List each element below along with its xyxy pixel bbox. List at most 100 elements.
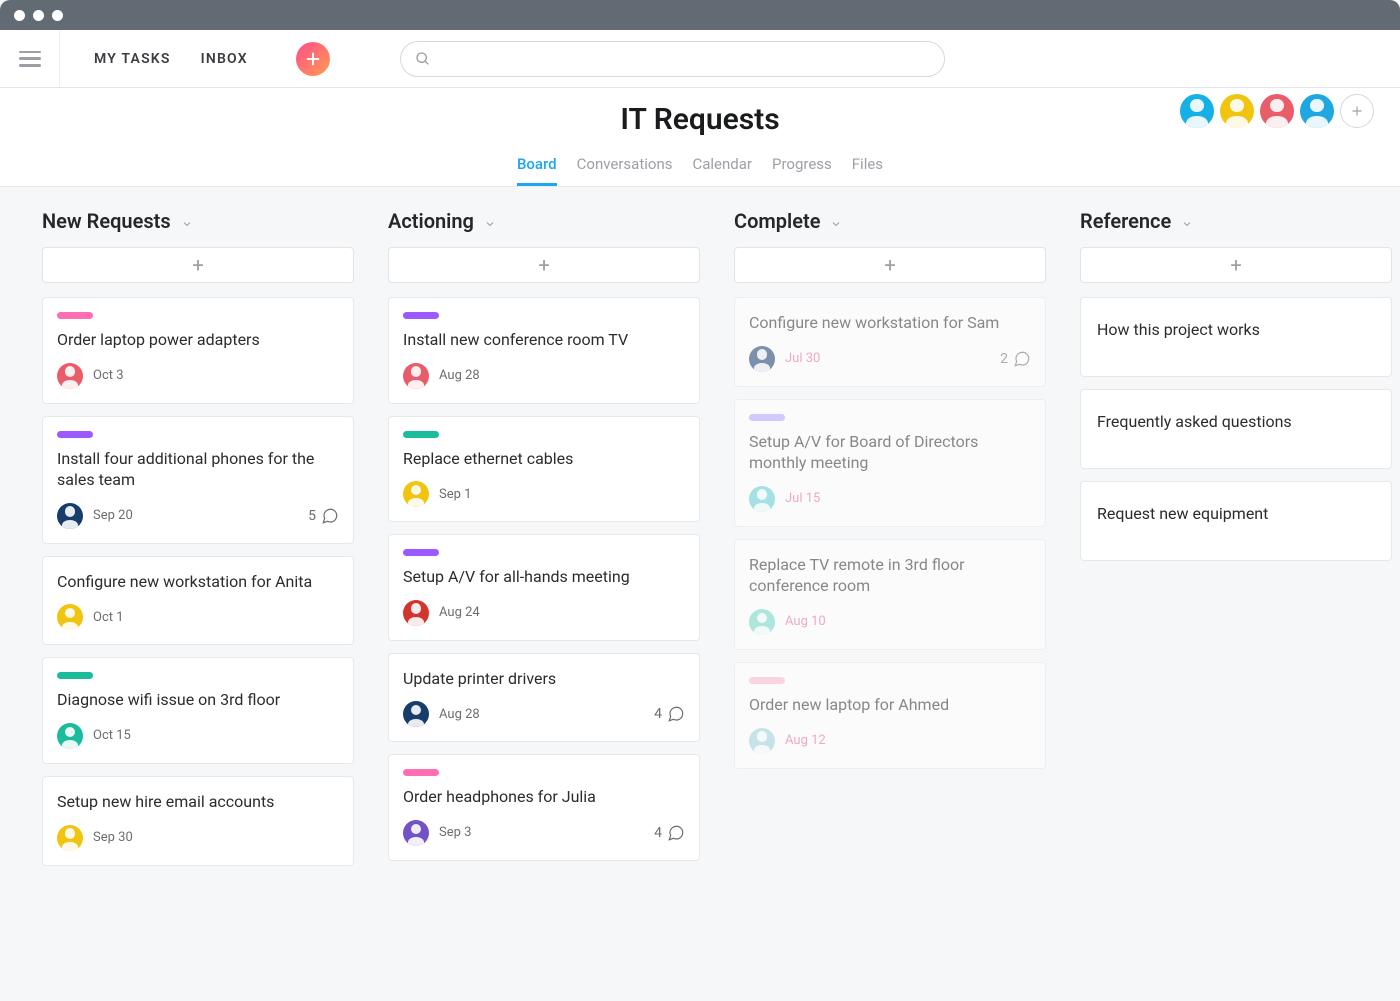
card-footer: Sep 1 — [403, 481, 685, 507]
card-footer-left: Sep 1 — [403, 481, 471, 507]
avatar[interactable] — [749, 728, 775, 754]
project-tabs: Board Conversations Calendar Progress Files — [0, 155, 1400, 186]
avatar[interactable] — [57, 503, 83, 529]
task-card[interactable]: Order headphones for Julia Sep 3 4 — [388, 754, 700, 861]
card-footer-left: Aug 28 — [403, 363, 480, 389]
add-card-button[interactable]: + — [734, 247, 1046, 283]
tab-conversations[interactable]: Conversations — [577, 155, 673, 186]
task-card[interactable]: Order laptop power adapters Oct 3 — [42, 297, 354, 404]
task-card[interactable]: Install four additional phones for the s… — [42, 416, 354, 544]
add-card-button[interactable]: + — [388, 247, 700, 283]
avatar[interactable] — [403, 820, 429, 846]
task-card[interactable]: Diagnose wifi issue on 3rd floor Oct 15 — [42, 657, 354, 764]
window-control-close[interactable] — [14, 10, 25, 21]
column-title: Reference — [1080, 209, 1171, 233]
card-tag — [57, 672, 93, 679]
add-member-button[interactable] — [1340, 94, 1374, 128]
card-tag — [57, 312, 93, 319]
comment-count[interactable]: 5 — [308, 507, 339, 525]
avatar[interactable] — [1300, 94, 1334, 128]
due-date: Aug 28 — [439, 707, 480, 722]
card-footer-left: Jul 30 — [749, 346, 820, 372]
card-tag — [403, 431, 439, 438]
task-card[interactable]: Frequently asked questions — [1080, 389, 1392, 469]
task-card[interactable]: Replace ethernet cables Sep 1 — [388, 416, 700, 523]
add-card-button[interactable]: + — [42, 247, 354, 283]
add-card-button[interactable]: + — [1080, 247, 1392, 283]
card-footer-left: Aug 24 — [403, 600, 480, 626]
nav-inbox[interactable]: INBOX — [201, 51, 248, 67]
card-title: Setup A/V for all-hands meeting — [403, 566, 685, 588]
search-input[interactable] — [439, 51, 930, 67]
task-card[interactable]: Configure new workstation for Anita Oct … — [42, 556, 354, 646]
tab-calendar[interactable]: Calendar — [692, 155, 752, 186]
comment-count[interactable]: 4 — [654, 705, 685, 723]
card-footer: Sep 20 5 — [57, 503, 339, 529]
menu-icon[interactable] — [19, 51, 41, 67]
avatar[interactable] — [749, 609, 775, 635]
card-footer: Oct 1 — [57, 604, 339, 630]
comment-count[interactable]: 2 — [1000, 350, 1031, 368]
card-footer-left: Oct 15 — [57, 723, 131, 749]
task-card[interactable]: Configure new workstation for Sam Jul 30… — [734, 297, 1046, 387]
avatar[interactable] — [57, 825, 83, 851]
avatar[interactable] — [749, 346, 775, 372]
avatar[interactable] — [403, 363, 429, 389]
nav-links: MY TASKS INBOX — [60, 42, 330, 76]
card-title: How this project works — [1097, 320, 1260, 339]
tab-board[interactable]: Board — [517, 155, 557, 186]
avatar[interactable] — [403, 481, 429, 507]
card-footer: Aug 28 — [403, 363, 685, 389]
card-title: Configure new workstation for Sam — [749, 312, 1031, 334]
tab-progress[interactable]: Progress — [772, 155, 832, 186]
task-card[interactable]: Order new laptop for Ahmed Aug 12 — [734, 662, 1046, 769]
avatar[interactable] — [1260, 94, 1294, 128]
task-card[interactable]: How this project works — [1080, 297, 1392, 377]
avatar[interactable] — [1180, 94, 1214, 128]
board: New Requests +Order laptop power adapter… — [0, 187, 1400, 1001]
tab-files[interactable]: Files — [852, 155, 883, 186]
chevron-down-icon[interactable] — [1181, 215, 1193, 227]
avatar[interactable] — [403, 701, 429, 727]
card-footer-left: Aug 12 — [749, 728, 826, 754]
avatar[interactable] — [57, 723, 83, 749]
window-control-minimize[interactable] — [33, 10, 44, 21]
comment-icon — [667, 824, 685, 842]
avatar[interactable] — [57, 363, 83, 389]
avatar[interactable] — [403, 600, 429, 626]
card-title: Configure new workstation for Anita — [57, 571, 339, 593]
card-footer: Sep 3 4 — [403, 820, 685, 846]
due-date: Aug 24 — [439, 605, 480, 620]
due-date: Aug 12 — [785, 733, 826, 748]
card-tag — [749, 677, 785, 684]
task-card[interactable]: Setup new hire email accounts Sep 30 — [42, 776, 354, 866]
due-date: Jul 15 — [785, 491, 820, 506]
chevron-down-icon[interactable] — [181, 215, 193, 227]
column-title: Complete — [734, 209, 820, 233]
comment-count[interactable]: 4 — [654, 824, 685, 842]
task-card[interactable]: Replace TV remote in 3rd floor conferenc… — [734, 539, 1046, 650]
avatar[interactable] — [1220, 94, 1254, 128]
nav-my-tasks[interactable]: MY TASKS — [94, 51, 171, 67]
card-tag — [57, 431, 93, 438]
global-add-button[interactable] — [296, 42, 330, 76]
card-tag — [403, 312, 439, 319]
task-card[interactable]: Update printer drivers Aug 28 4 — [388, 653, 700, 743]
task-card[interactable]: Request new equipment — [1080, 481, 1392, 561]
task-card[interactable]: Setup A/V for all-hands meeting Aug 24 — [388, 534, 700, 641]
card-title: Install new conference room TV — [403, 329, 685, 351]
card-title: Diagnose wifi issue on 3rd floor — [57, 689, 339, 711]
avatar[interactable] — [57, 604, 83, 630]
search-icon — [415, 51, 431, 67]
task-card[interactable]: Install new conference room TV Aug 28 — [388, 297, 700, 404]
chevron-down-icon[interactable] — [484, 215, 496, 227]
card-footer-left: Aug 28 — [403, 701, 480, 727]
card-footer: Jul 30 2 — [749, 346, 1031, 372]
card-footer: Jul 15 — [749, 486, 1031, 512]
card-title: Order headphones for Julia — [403, 786, 685, 808]
task-card[interactable]: Setup A/V for Board of Directors monthly… — [734, 399, 1046, 527]
avatar[interactable] — [749, 486, 775, 512]
window-control-maximize[interactable] — [52, 10, 63, 21]
search-box[interactable] — [400, 41, 945, 77]
chevron-down-icon[interactable] — [830, 215, 842, 227]
